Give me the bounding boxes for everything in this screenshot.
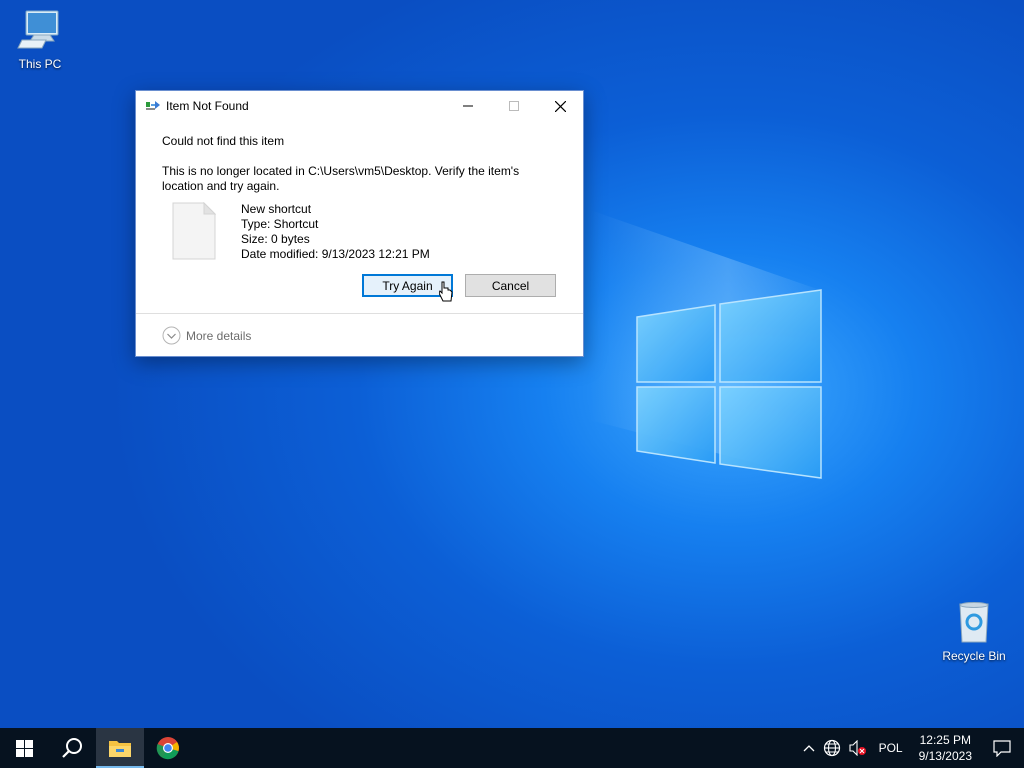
chevron-up-icon <box>803 745 815 752</box>
file-move-icon <box>146 101 160 110</box>
clock-time: 12:25 PM <box>919 733 971 747</box>
desktop-icon-recycle-bin[interactable]: Recycle Bin <box>934 600 1014 663</box>
dialog-divider <box>136 313 583 314</box>
dialog-headline: Could not find this item <box>162 134 285 148</box>
start-button[interactable] <box>0 728 48 768</box>
network-button[interactable] <box>819 728 845 768</box>
desktop-icon-label: Recycle Bin <box>942 649 1006 663</box>
minimize-icon <box>463 105 473 107</box>
dialog-title: Item Not Found <box>166 99 249 113</box>
file-name: New shortcut <box>241 202 312 216</box>
close-button[interactable] <box>537 91 583 121</box>
minimize-button[interactable] <box>445 91 491 121</box>
search-button[interactable] <box>48 728 96 768</box>
more-details-toggle[interactable]: More details <box>162 326 251 345</box>
search-icon <box>62 738 82 758</box>
item-not-found-dialog: Item Not Found Could not find this item … <box>135 90 584 357</box>
clock[interactable]: 12:25 PM 9/13/2023 <box>911 728 980 768</box>
action-center-button[interactable] <box>980 728 1024 768</box>
desktop-icon-this-pc[interactable]: This PC <box>0 8 80 71</box>
file-date-modified: Date modified: 9/13/2023 12:21 PM <box>241 247 430 261</box>
file-details: New shortcut Type: Shortcut Size: 0 byte… <box>162 202 557 262</box>
file-size: Size: 0 bytes <box>241 232 310 246</box>
volume-muted-icon <box>849 740 866 756</box>
volume-button[interactable] <box>845 728 871 768</box>
chrome-icon <box>156 737 179 760</box>
computer-icon <box>17 10 59 49</box>
taskbar: POL 12:25 PM 9/13/2023 <box>0 728 1024 768</box>
chevron-down-icon <box>162 326 181 345</box>
globe-network-icon <box>823 739 840 757</box>
maximize-button <box>491 91 537 121</box>
start-icon <box>15 739 33 757</box>
recycle-bin-icon <box>959 602 989 643</box>
notification-icon <box>993 739 1011 757</box>
windows-logo-wallpaper <box>636 289 822 479</box>
system-tray: POL 12:25 PM 9/13/2023 <box>799 728 1024 768</box>
dialog-titlebar[interactable]: Item Not Found <box>136 91 583 121</box>
taskbar-chrome[interactable] <box>144 728 192 768</box>
close-icon <box>554 100 566 112</box>
cancel-button[interactable]: Cancel <box>465 274 556 297</box>
maximize-icon <box>509 101 519 111</box>
show-hidden-icons-button[interactable] <box>799 728 819 768</box>
file-explorer-icon <box>109 741 131 757</box>
blank-file-icon <box>172 202 216 260</box>
more-details-label: More details <box>186 328 252 343</box>
clock-date: 9/13/2023 <box>918 749 972 763</box>
dialog-message: This is no longer located in C:\Users\vm… <box>162 164 520 193</box>
input-language-indicator[interactable]: POL <box>871 728 911 768</box>
hand-cursor-icon <box>439 281 453 302</box>
taskbar-file-explorer[interactable] <box>96 728 144 768</box>
desktop-icon-label: This PC <box>18 57 62 71</box>
file-type: Type: Shortcut <box>241 217 319 231</box>
